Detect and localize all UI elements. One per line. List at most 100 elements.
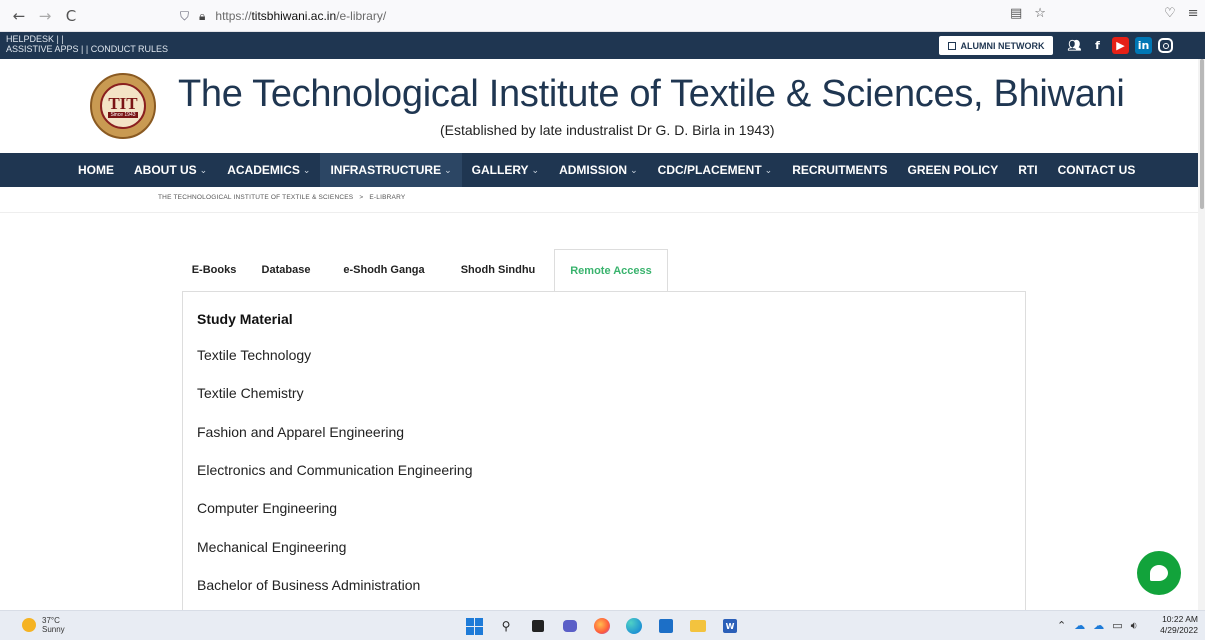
browser-far-right-icons: ♡ ≡ <box>1164 6 1199 21</box>
browser-right-icons: ▤ ☆ <box>1010 6 1046 21</box>
onedrive-icon[interactable]: ☁ <box>1074 619 1085 633</box>
breadcrumb-current: E-LIBRARY <box>369 194 406 201</box>
system-tray: ⌃ ☁ ☁ ▭ 🔉︎ <box>1057 619 1138 633</box>
study-material-heading: Study Material <box>197 311 293 327</box>
weather-widget[interactable]: 37°C Sunny <box>22 616 65 634</box>
nav-item-label: ACADEMICS <box>227 163 300 177</box>
subject-link[interactable]: Computer Engineering <box>197 500 337 516</box>
top-links: HELPDESK | | ASSISTIVE APPS | | CONDUCT … <box>6 34 168 54</box>
forward-button[interactable]: → <box>32 3 58 29</box>
nav-item-label: INFRASTRUCTURE <box>330 163 442 177</box>
logo-emblem: TIT Since 1943 <box>100 83 146 129</box>
helpdesk-link[interactable]: HELPDESK | | <box>6 34 168 44</box>
nav-item-admission[interactable]: ADMISSION ⌄ <box>549 153 648 187</box>
search-icon[interactable]: ⚲ <box>496 616 516 636</box>
community-icon[interactable]: 👥︎ <box>1066 37 1083 54</box>
main-nav: HOME ABOUT US ⌄ ACADEMICS ⌄ INFRASTRUCTURE ⌄ GA… <box>0 153 1205 187</box>
breadcrumb-home[interactable]: THE TECHNOLOGICAL INSTITUTE OF TEXTILE &… <box>158 194 353 201</box>
url-path: /e-library/ <box>336 9 387 23</box>
nav-item-label: RECRUITMENTS <box>792 163 888 177</box>
address-bar[interactable]: ⛉ 🔒︎ https://titsbhiwani.ac.in/e-library… <box>180 5 1070 27</box>
weather-condition: Sunny <box>42 625 65 634</box>
nav-item-label: CDC/PLACEMENT <box>657 163 762 177</box>
subject-link[interactable]: Mechanical Engineering <box>197 539 346 555</box>
chat-app-icon[interactable] <box>560 616 580 636</box>
clock-date: 4/29/2022 <box>1160 625 1198 635</box>
chevron-down-icon: ⌄ <box>764 164 773 175</box>
tab-database[interactable]: Database <box>246 249 326 291</box>
chat-button[interactable] <box>1137 551 1181 595</box>
nav-item-label: ADMISSION <box>559 163 628 177</box>
linkedin-icon[interactable]: in <box>1135 37 1152 54</box>
nav-item-gallery[interactable]: GALLERY ⌄ <box>462 153 549 187</box>
reader-icon[interactable]: ▤ <box>1010 6 1022 21</box>
star-icon[interactable]: ☆ <box>1034 6 1046 21</box>
nav-item-infrastructure[interactable]: INFRASTRUCTURE ⌄ <box>320 153 462 187</box>
chevron-down-icon: ⌄ <box>199 164 208 175</box>
temperature: 37°C <box>42 616 60 625</box>
pocket-icon[interactable]: ♡ <box>1164 6 1176 21</box>
instagram-icon[interactable] <box>1158 38 1173 53</box>
nav-item-about-us[interactable]: ABOUT US ⌄ <box>124 153 217 187</box>
menu-icon[interactable]: ≡ <box>1188 6 1199 21</box>
facebook-icon[interactable]: f <box>1089 37 1106 54</box>
subject-link[interactable]: Bachelor of Business Administration <box>197 577 420 593</box>
breadcrumb: THE TECHNOLOGICAL INSTITUTE OF TEXTILE &… <box>158 194 405 201</box>
back-button[interactable]: ← <box>6 3 32 29</box>
nav-item-home[interactable]: HOME <box>68 153 124 187</box>
alumni-network-button[interactable]: ALUMNI NETWORK <box>939 36 1053 55</box>
chevron-down-icon: ⌄ <box>630 164 638 175</box>
site-header: TIT Since 1943 The Technological Institu… <box>0 59 1205 153</box>
nav-item-label: HOME <box>78 163 114 177</box>
file-explorer-icon[interactable] <box>688 616 708 636</box>
alumni-label: ALUMNI NETWORK <box>960 40 1045 51</box>
volume-icon[interactable]: 🔉︎ <box>1131 619 1138 633</box>
nav-item-academics[interactable]: ACADEMICS ⌄ <box>217 153 320 187</box>
tab-remote-access[interactable]: Remote Access <box>554 249 668 292</box>
taskbar-apps: ⚲ W <box>464 616 740 636</box>
chevron-down-icon: ⌄ <box>302 164 311 175</box>
nav-item-contact-us[interactable]: CONTACT US <box>1048 153 1146 187</box>
tab-shodh-sindhu[interactable]: Shodh Sindhu <box>442 249 554 291</box>
reload-button[interactable]: C <box>58 3 84 29</box>
browser-toolbar: ← → C ⛉ 🔒︎ https://titsbhiwani.ac.in/e-l… <box>0 0 1205 32</box>
assistive-links[interactable]: ASSISTIVE APPS | | CONDUCT RULES <box>6 44 168 54</box>
youtube-icon[interactable]: ▶ <box>1112 37 1129 54</box>
back-arrow-icon: ← <box>12 6 26 25</box>
edge-icon[interactable] <box>624 616 644 636</box>
display-icon[interactable]: ▭ <box>1112 619 1122 633</box>
chevron-down-icon: ⌄ <box>444 164 452 175</box>
social-links: 👥︎ f ▶ in <box>1066 37 1173 54</box>
scrollbar-thumb[interactable] <box>1200 59 1204 209</box>
tab-e-books[interactable]: E-Books <box>182 249 246 291</box>
institute-logo[interactable]: TIT Since 1943 <box>90 73 156 139</box>
windows-start-icon[interactable] <box>464 616 484 636</box>
chevron-up-icon[interactable]: ⌃ <box>1057 619 1066 633</box>
page-subtitle: (Established by late industralist Dr G. … <box>440 122 775 138</box>
subject-link[interactable]: Electronics and Communication Engineerin… <box>197 462 472 478</box>
nav-item-label: ABOUT US <box>134 163 197 177</box>
taskbar: 37°C Sunny ⚲ W ⌃ ☁ ☁ ▭ 🔉︎ 10:22 AM 4/29/… <box>0 610 1205 640</box>
logo-since: Since 1943 <box>108 111 138 118</box>
nav-item-cdc-placement[interactable]: CDC/PLACEMENT ⌄ <box>648 153 783 187</box>
nav-item-green-policy[interactable]: GREEN POLICY <box>898 153 1009 187</box>
top-strip: HELPDESK | | ASSISTIVE APPS | | CONDUCT … <box>0 32 1205 59</box>
nav-item-rti[interactable]: RTI <box>1008 153 1047 187</box>
nav-item-label: CONTACT US <box>1057 163 1136 177</box>
subject-link[interactable]: Fashion and Apparel Engineering <box>197 424 404 440</box>
task-view-icon[interactable] <box>528 616 548 636</box>
firefox-icon[interactable] <box>592 616 612 636</box>
reload-icon: C <box>65 6 77 25</box>
tab-e-shodh-ganga[interactable]: e-Shodh Ganga <box>326 249 442 291</box>
divider <box>0 212 1205 213</box>
store-icon[interactable] <box>656 616 676 636</box>
library-tabs: E-Books Database e-Shodh Ganga Shodh Sindhu… <box>182 249 668 292</box>
subject-link[interactable]: Textile Technology <box>197 347 311 363</box>
url-domain: titsbhiwani.ac.in <box>251 9 337 23</box>
word-icon[interactable]: W <box>720 616 740 636</box>
lock-icon: 🔒︎ <box>199 8 206 23</box>
subject-link[interactable]: Textile Chemistry <box>197 385 304 401</box>
cloud-sync-icon[interactable]: ☁ <box>1093 619 1104 633</box>
nav-item-recruitments[interactable]: RECRUITMENTS <box>782 153 897 187</box>
clock[interactable]: 10:22 AM 4/29/2022 <box>1156 614 1198 636</box>
